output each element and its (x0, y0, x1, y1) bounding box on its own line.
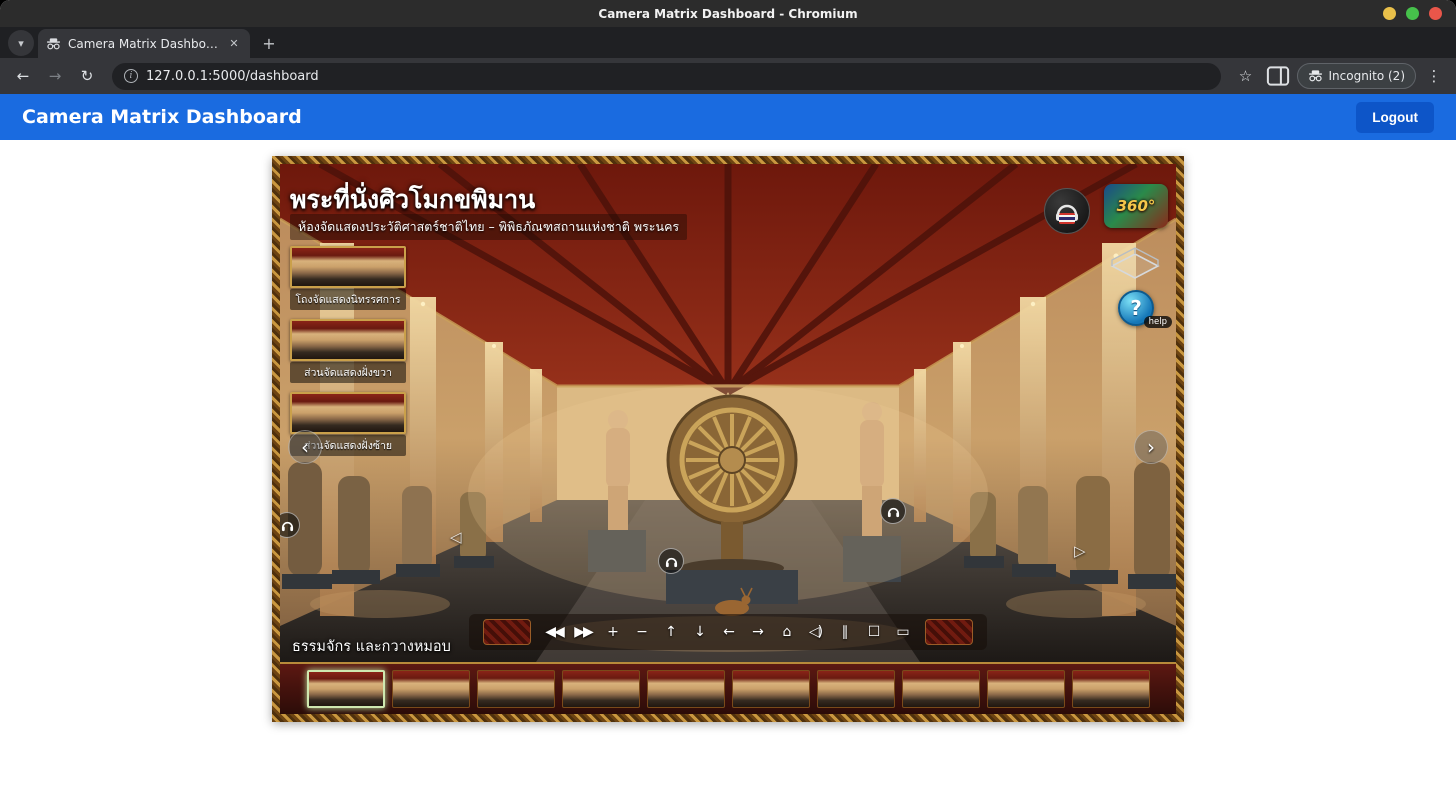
pan-right-icon[interactable]: → (745, 621, 769, 643)
menu-item-right-wing[interactable]: ส่วนจัดแสดงฝั่งขวา (290, 319, 406, 383)
audio-hotspot[interactable] (658, 548, 684, 574)
floor-nav-arrow-right[interactable]: ▷ (1074, 542, 1086, 560)
rotate-right-arrow[interactable]: › (1134, 430, 1168, 464)
previous-scene-icon[interactable]: ◀◀ (542, 621, 566, 643)
autorotate-icon[interactable]: ∥ (832, 621, 856, 643)
window-title: Camera Matrix Dashboard - Chromium (598, 6, 858, 21)
scene-thumbnail[interactable] (986, 670, 1065, 708)
site-info-icon[interactable]: i (124, 69, 138, 83)
volume-icon[interactable]: ◁) (803, 621, 827, 643)
menu-item-exhibition-hall[interactable]: โถงจัดแสดงนิทรรศการ (290, 246, 406, 310)
forward-icon[interactable]: → (42, 63, 68, 89)
menu-thumbnail (290, 246, 406, 288)
incognito-badge: Incognito (2) (1296, 63, 1416, 89)
maximize-button[interactable] (1406, 7, 1419, 20)
window-controls (1383, 7, 1442, 20)
audio-guide-button[interactable] (1044, 188, 1090, 234)
scene-thumbnail[interactable] (1071, 670, 1150, 708)
scene-thumbnail[interactable] (731, 670, 810, 708)
tab-strip: ▾ Camera Matrix Dashboard ✕ + (0, 27, 1456, 58)
tab-search-icon[interactable]: ▾ (8, 30, 34, 56)
tab-close-icon[interactable]: ✕ (226, 36, 242, 52)
tab-title: Camera Matrix Dashboard (68, 36, 219, 51)
zoom-in-icon[interactable]: + (600, 621, 624, 643)
scene-subtitle: ห้องจัดแสดงประวัติศาสตร์ชาติไทย – พิพิธภ… (290, 214, 688, 240)
scene-thumbnail-strip (280, 662, 1176, 714)
pan-down-icon[interactable]: ↓ (687, 621, 711, 643)
menu-thumbnail (290, 392, 406, 434)
url-text: 127.0.0.1:5000/dashboard (146, 68, 319, 84)
next-scene-icon[interactable]: ▶▶ (571, 621, 595, 643)
browser-window: Camera Matrix Dashboard - Chromium ▾ Cam… (0, 0, 1456, 797)
360-logo: 360° (1104, 184, 1168, 228)
scene-caption: ธรรมจักร และกวางหมอบ (292, 639, 451, 655)
browser-toolbar: ← → ↻ i 127.0.0.1:5000/dashboard ☆ Incog… (0, 58, 1456, 94)
scene-thumbnail[interactable] (561, 670, 640, 708)
logout-button[interactable]: Logout (1356, 101, 1434, 133)
app-title: Camera Matrix Dashboard (22, 106, 302, 128)
bookmark-star-icon[interactable]: ☆ (1233, 63, 1259, 89)
scene-thumbnail[interactable] (646, 670, 725, 708)
home-view-icon[interactable]: ⌂ (774, 621, 798, 643)
window-titlebar: Camera Matrix Dashboard - Chromium (0, 0, 1456, 27)
minimize-button[interactable] (1383, 7, 1396, 20)
panorama-viewport[interactable]: พระที่นั่งศิวโมกขพิมาน ห้องจัดแสดงประวัต… (280, 164, 1176, 662)
viewer-control-bar: ◀◀ ▶▶ + − ↑ ↓ ← → ⌂ ◁) ∥ ☐ ▭ (469, 614, 987, 650)
close-window-button[interactable] (1429, 7, 1442, 20)
scene-thumbnail[interactable] (901, 670, 980, 708)
scene-thumbnail[interactable] (476, 670, 555, 708)
pan-up-icon[interactable]: ↑ (658, 621, 682, 643)
floor-plan-icon[interactable] (1108, 240, 1162, 280)
scene-thumbnail[interactable] (391, 670, 470, 708)
new-tab-button[interactable]: + (256, 30, 282, 56)
scene-menu: โถงจัดแสดงนิทรรศการ ส่วนจัดแสดงฝั่งขวา ส… (290, 246, 406, 456)
incognito-icon (46, 37, 61, 49)
menu-item-label: ส่วนจัดแสดงฝั่งขวา (290, 362, 406, 383)
virtual-tour-viewer: พระที่นั่งศิวโมกขพิมาน ห้องจัดแสดงประวัต… (272, 156, 1184, 722)
app-header: Camera Matrix Dashboard Logout (0, 94, 1456, 140)
rotate-left-arrow[interactable]: ‹ (288, 430, 322, 464)
incognito-count-label: Incognito (2) (1328, 69, 1406, 83)
tab-camera-matrix-dashboard[interactable]: Camera Matrix Dashboard ✕ (38, 29, 250, 58)
help-question-mark: ? (1130, 296, 1142, 320)
scene-thumbnail[interactable] (306, 670, 385, 708)
pan-left-icon[interactable]: ← (716, 621, 740, 643)
hide-controls-icon[interactable]: ▭ (890, 621, 914, 643)
help-label: help (1143, 316, 1172, 328)
incognito-icon (1308, 70, 1322, 82)
menu-thumbnail (290, 319, 406, 361)
menu-item-label: โถงจัดแสดงนิทรรศการ (290, 289, 406, 310)
reload-icon[interactable]: ↻ (74, 63, 100, 89)
side-panel-icon[interactable] (1265, 63, 1291, 89)
360-logo-label: 360° (1116, 197, 1156, 215)
zoom-out-icon[interactable]: − (629, 621, 653, 643)
scene-thumbnail[interactable] (816, 670, 895, 708)
audio-hotspot[interactable] (880, 498, 906, 524)
thai-flag-icon (1059, 213, 1075, 224)
browser-menu-icon[interactable]: ⋮ (1422, 67, 1446, 85)
page-content: Camera Matrix Dashboard Logout พระที่นั่… (0, 94, 1456, 797)
floor-nav-arrow-left[interactable]: ◁ (450, 528, 462, 546)
back-icon[interactable]: ← (10, 63, 36, 89)
address-bar[interactable]: i 127.0.0.1:5000/dashboard (112, 62, 1221, 90)
fullscreen-icon[interactable]: ☐ (861, 621, 885, 643)
